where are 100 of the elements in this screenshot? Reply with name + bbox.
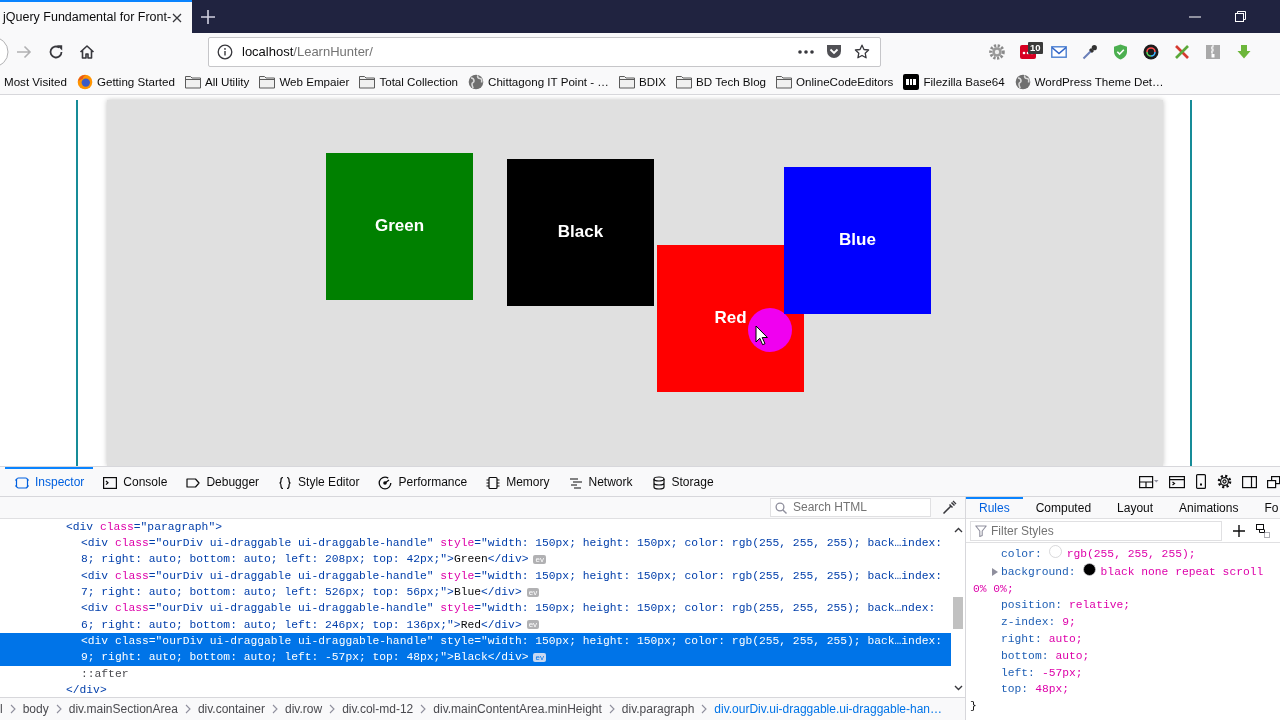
devtools-tab[interactable]: Style Editor (268, 467, 369, 496)
css-declaration[interactable]: z-index: 9; (973, 614, 1272, 631)
breadcrumb[interactable]: div.col-md-12 (342, 701, 414, 717)
markup-line[interactable]: 8; right: auto; bottom: auto; left: 208px; top: 42px;">Green</div> (81, 551, 529, 568)
sidebar-tab[interactable]: Fo (1251, 497, 1279, 518)
scrollbar-thumb[interactable] (953, 596, 963, 629)
markup-line[interactable]: <div class="ourDiv ui-draggable ui-draggable-handle" style="width: 150px; height: 150px; color: rgb(255, 255, 255); back…index: (81, 535, 951, 552)
gauge-icon (378, 475, 393, 490)
sidebar-tab[interactable]: Computed (1022, 497, 1105, 518)
draggable-tile[interactable]: Green (326, 153, 473, 300)
markup-line[interactable]: 7; right: auto; bottom: auto; left: 526px; top: 56px;">Blue</div> (81, 584, 522, 601)
eyedropper-icon[interactable] (1082, 43, 1098, 60)
color-swatch-icon[interactable] (1048, 545, 1062, 558)
bookmark-item[interactable]: BDIX (618, 75, 667, 89)
sidebar-tab[interactable]: Rules (966, 497, 1023, 518)
folder-icon (184, 75, 201, 89)
bookmark-item[interactable]: Most Visited (4, 75, 67, 89)
bookmark-item[interactable]: Web Empaier (259, 75, 350, 89)
scroll-down-icon[interactable] (953, 685, 963, 692)
devtools-tab[interactable]: Performance (368, 467, 477, 496)
url-text: localhost/LearnHunter/ (242, 43, 373, 60)
css-declaration[interactable]: position: relative; (973, 597, 1272, 615)
browser-tab[interactable]: jQuery Fundamental for Front- (0, 0, 192, 33)
ring-icon[interactable] (1143, 43, 1159, 60)
devtools-tab[interactable]: Console (93, 467, 177, 496)
home-icon[interactable] (79, 43, 95, 60)
add-icon[interactable] (1232, 523, 1246, 538)
search-field[interactable]: Search HTML (770, 497, 931, 517)
draggable-tile[interactable]: Blue (784, 167, 931, 314)
shield-icon[interactable] (1113, 43, 1128, 60)
sidebar-icon[interactable] (1242, 474, 1257, 489)
bookmark-item[interactable]: Total Collection (359, 75, 459, 89)
devtools-tab[interactable]: Debugger (176, 467, 269, 496)
breadcrumb[interactable]: div.mainSectionArea (68, 701, 178, 717)
breadcrumb[interactable]: l (0, 701, 3, 717)
minimize-icon[interactable] (1189, 15, 1201, 18)
devtools-tab[interactable]: Memory (476, 467, 559, 496)
markup-line[interactable]: <div class="paragraph"> (66, 518, 951, 536)
css-declaration[interactable]: background: black none repeat scroll 0% 0%; (973, 562, 1272, 598)
draggable-tile[interactable]: Red (657, 245, 804, 392)
markup-line[interactable]: <div class="ourDiv ui-draggable ui-draggable-handle" style="width: 150px; height: 150px; color: rgb(255, 255, 255); back…index: (81, 567, 951, 585)
scroll-up-icon[interactable] (953, 526, 963, 533)
frame-icon[interactable] (1169, 474, 1185, 489)
eyedropper-icon[interactable] (942, 499, 957, 515)
breadcrumb[interactable]: body (22, 701, 49, 717)
bookmark-item[interactable]: All Utility (184, 75, 250, 89)
breadcrumb[interactable]: div.row (285, 701, 323, 717)
css-declaration[interactable]: bottom: auto; (973, 647, 1272, 665)
inspector-icon (15, 475, 29, 490)
filter-field[interactable]: Filter Styles (970, 520, 1222, 541)
bookmark-item[interactable]: Filezilla Base64 (903, 74, 1005, 90)
gear-icon[interactable] (989, 43, 1005, 60)
chevron-icon (329, 704, 336, 715)
breadcrumb[interactable]: div.container (197, 701, 266, 717)
css-declaration[interactable]: top: 48px; (973, 681, 1272, 699)
restore-icon[interactable] (1235, 11, 1246, 22)
markup-line[interactable]: <div class="ourDiv ui-draggable ui-draggable-handle" style="width: 150px; height: 150px; color: rgb(255, 255, 255); back…ndex: (81, 600, 951, 617)
markup-line[interactable]: 6; right: auto; bottom: auto; left: 246px; top: 136px;">Red</div> (81, 616, 522, 633)
bookmark-item[interactable]: Getting Started (76, 74, 175, 90)
devtools-tab[interactable]: Network (558, 467, 642, 496)
close-icon[interactable] (171, 11, 184, 24)
bookmark-item[interactable]: OnlineCodeEditors (776, 75, 894, 89)
expander-icon[interactable] (992, 567, 998, 576)
layout-icon[interactable] (1139, 474, 1159, 489)
markup-line[interactable]: </div> (66, 681, 951, 698)
css-declaration[interactable]: color: rgb(255, 255, 255); (973, 545, 1272, 563)
reload-icon[interactable] (48, 43, 64, 60)
cross-icon[interactable] (1174, 43, 1190, 60)
chevron-icon (272, 704, 279, 715)
windows-icon[interactable] (1267, 474, 1280, 489)
breadcrumb[interactable]: div.paragraph (621, 701, 695, 717)
breadcrumb[interactable]: div.ourDiv.ui-draggable.ui-draggable-han… (714, 701, 942, 717)
more-icon[interactable] (798, 49, 814, 54)
markup-line[interactable]: ::after (81, 665, 951, 682)
color-swatch-icon[interactable] (1082, 562, 1096, 576)
markup-line[interactable]: 9; right: auto; bottom: auto; left: -57px; top: 48px;">Black</div> (81, 649, 529, 666)
folder-icon (359, 75, 376, 89)
css-declaration[interactable]: right: auto; (973, 631, 1272, 648)
rule-brace: } (970, 700, 977, 713)
bookmark-item[interactable]: BD Tech Blog (676, 75, 767, 89)
chevron-icon (608, 704, 615, 715)
draggable-tile[interactable]: Black (507, 159, 654, 306)
devtools-tab[interactable]: Storage (641, 467, 723, 496)
class-toggle-icon[interactable] (1256, 523, 1270, 538)
css-declaration[interactable]: left: -57px; (973, 664, 1272, 682)
envelope-icon[interactable] (1051, 45, 1067, 58)
bookmark-item[interactable]: WordPress Theme Det… (1014, 74, 1164, 90)
settings-icon[interactable] (1217, 474, 1232, 489)
sidebar-tab[interactable]: Animations (1166, 497, 1252, 518)
chevron-shield-icon[interactable] (826, 44, 842, 59)
breadcrumb[interactable]: div.mainContentArea.minHeight (433, 701, 602, 717)
info-icon[interactable] (217, 43, 233, 60)
bookmark-item[interactable]: Chittagong IT Point - … (468, 74, 609, 90)
star-icon[interactable] (854, 43, 870, 60)
globe-icon (1014, 74, 1031, 90)
address-bar[interactable]: localhost/LearnHunter/ (208, 36, 881, 67)
mobile-device-icon[interactable] (1195, 474, 1207, 489)
sidebar-tab[interactable]: Layout (1104, 497, 1167, 518)
markup-line[interactable]: <div class="ourDiv ui-draggable ui-draggable-handle" style="width: 150px; height: 150px; color: rgb(255, 255, 255); back…index: (81, 632, 951, 650)
new-tab-icon[interactable] (201, 9, 215, 24)
